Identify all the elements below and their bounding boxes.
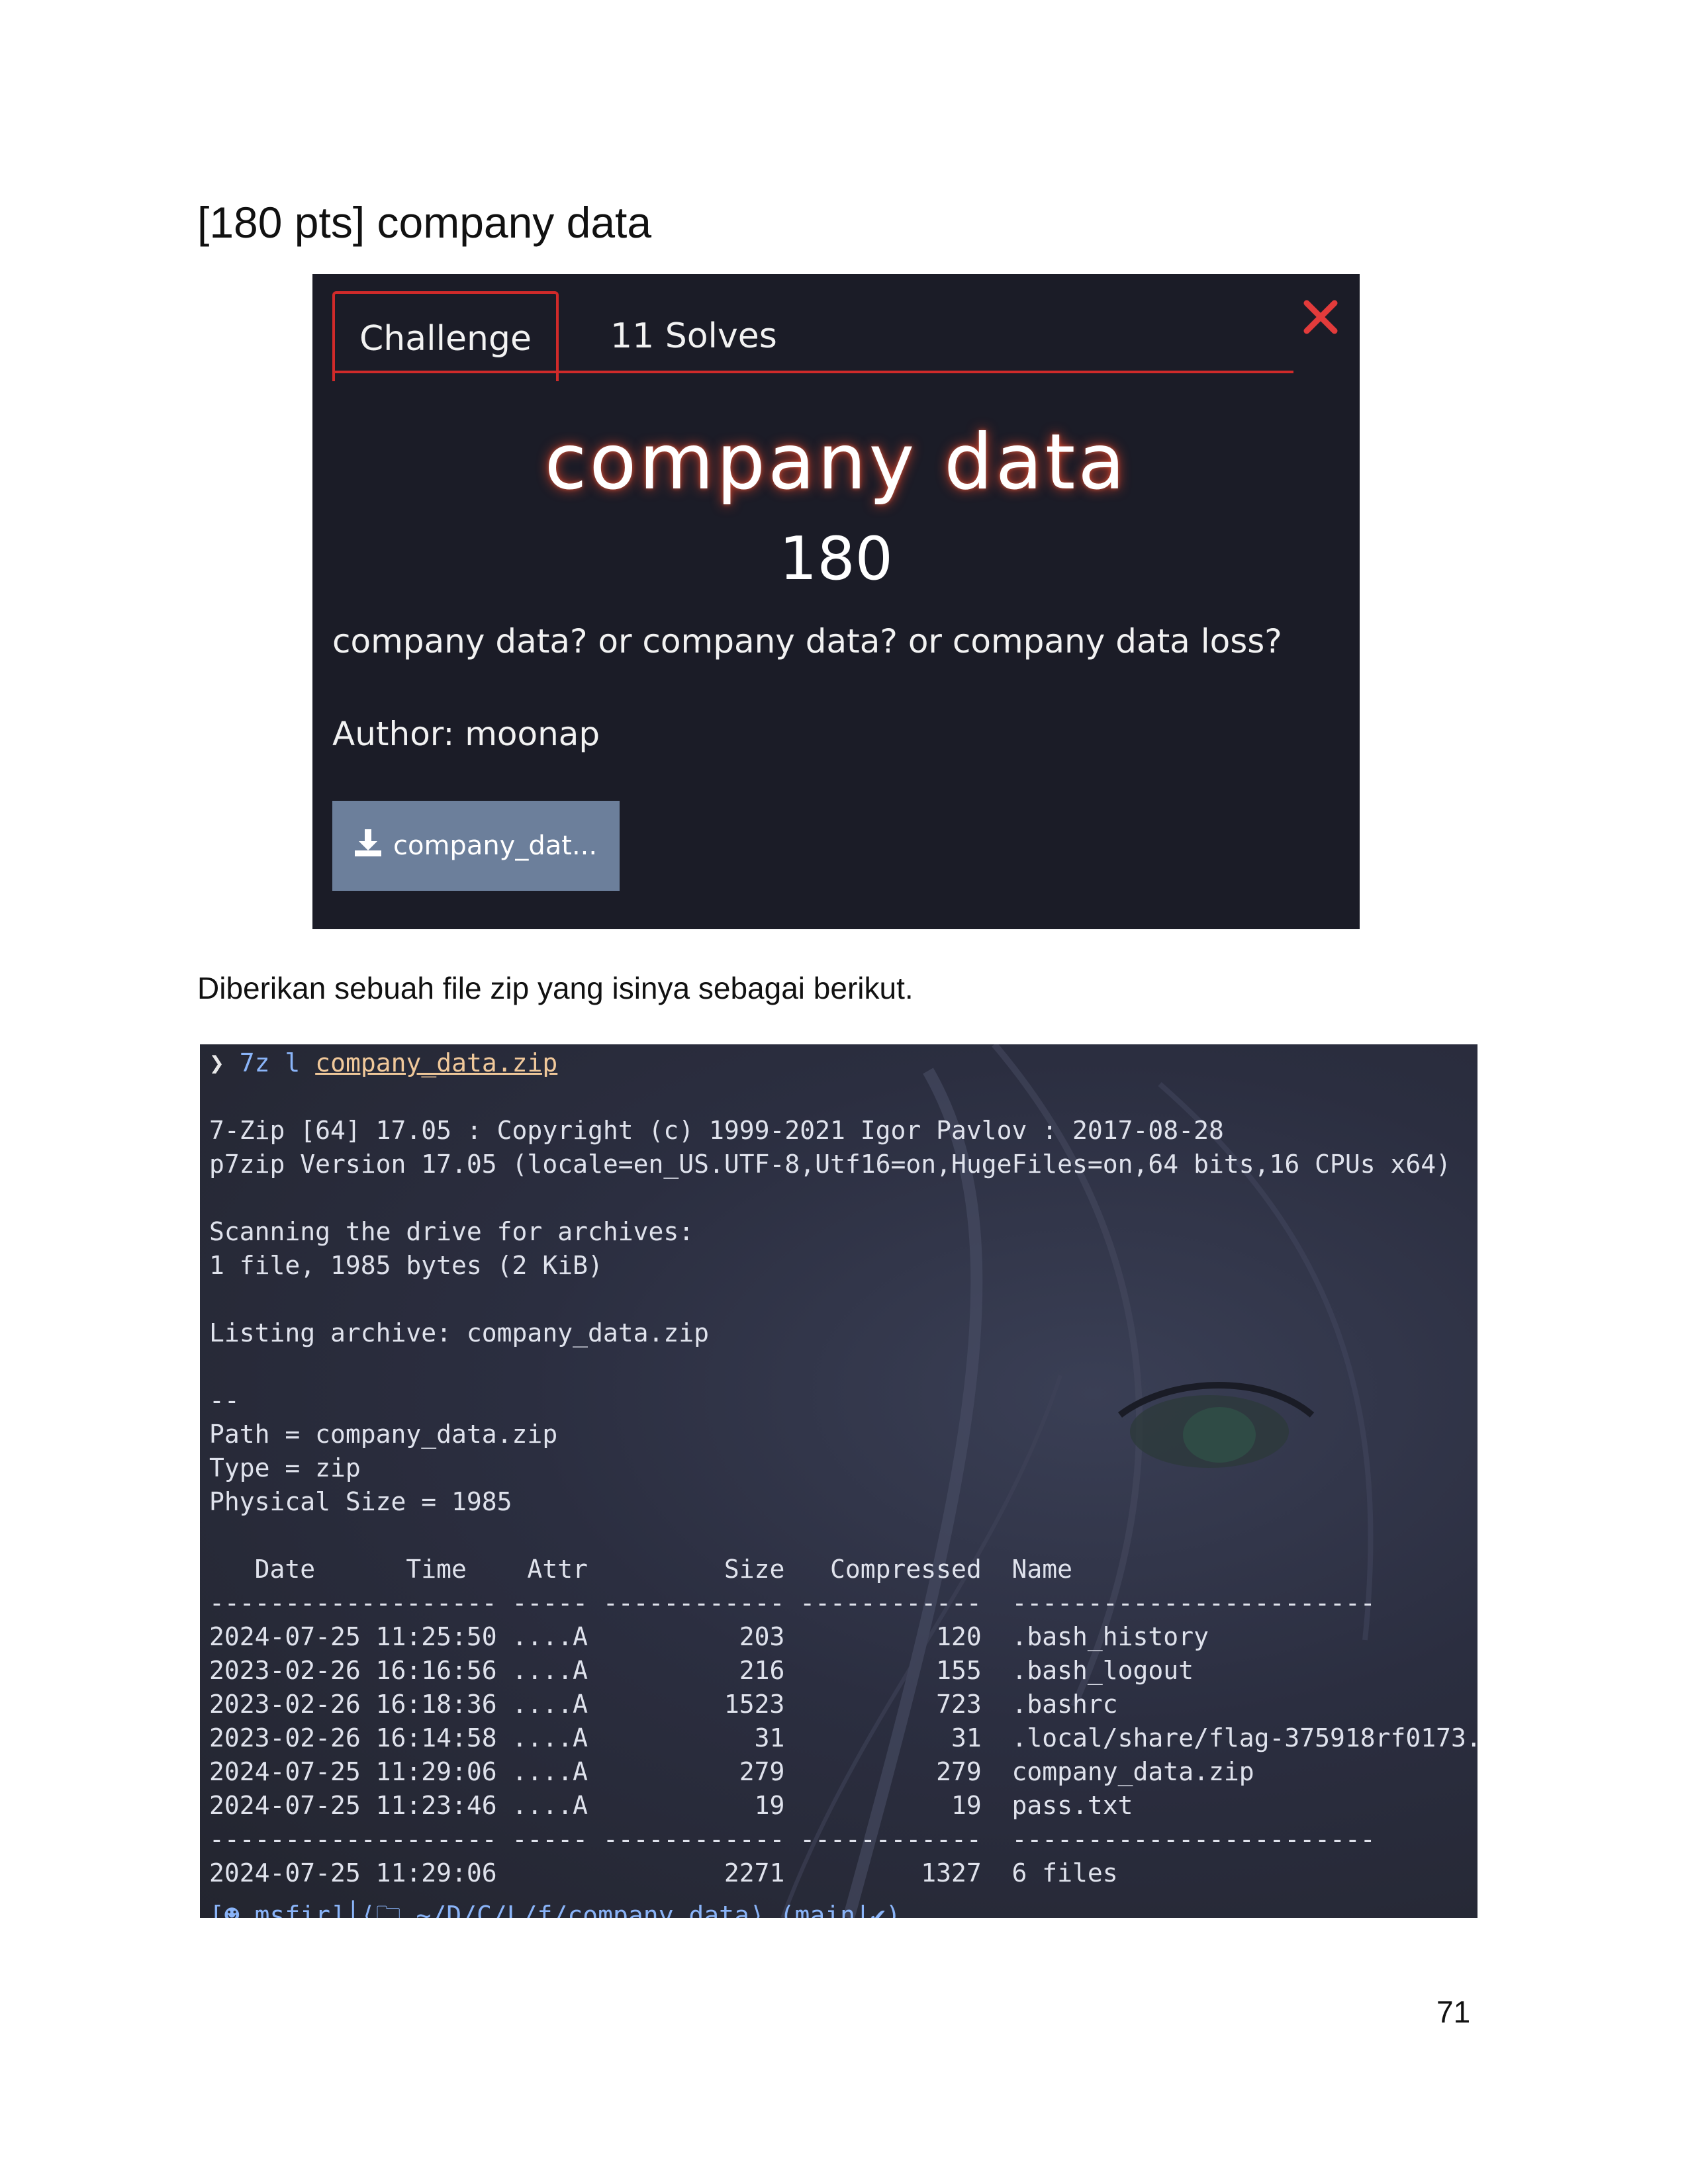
tab-solves[interactable]: 11 Solves <box>610 291 777 381</box>
section-heading: [180 pts] company data <box>197 198 652 247</box>
challenge-modal: Challenge 11 Solves company data 180 com… <box>312 274 1360 929</box>
terminal-line: 7-Zip [64] 17.05 : Copyright (c) 1999-20… <box>209 1116 1224 1145</box>
prompt-command-line: ❯ 7z l company_data.zip <box>209 1046 557 1080</box>
terminal-line: Type = zip <box>209 1453 361 1482</box>
close-icon[interactable] <box>1297 294 1344 340</box>
challenge-points: 180 <box>779 524 893 594</box>
listing-row: 2023-02-26 16:14:58 ....A 31 31 .local/s… <box>209 1723 1477 1752</box>
download-icon <box>352 827 384 865</box>
listing-total: 2024-07-25 11:29:06 2271 1327 6 files <box>209 1858 1118 1888</box>
challenge-title: company data <box>544 418 1128 507</box>
challenge-description: company data? or company data? or compan… <box>332 622 1282 660</box>
listing-row: 2023-02-26 16:18:36 ....A 1523 723 .bash… <box>209 1690 1118 1719</box>
download-file-label: company_dat... <box>393 831 598 861</box>
tab-bar: Challenge 11 Solves <box>332 281 1293 381</box>
terminal-line: -- <box>209 1386 240 1415</box>
download-file-button[interactable]: company_dat... <box>332 801 620 891</box>
listing-separator: ------------------- ----- ------------ -… <box>209 1825 1376 1854</box>
terminal-line: p7zip Version 17.05 (locale=en_US.UTF-8,… <box>209 1150 1451 1179</box>
listing-row: 2023-02-26 16:16:56 ....A 216 155 .bash_… <box>209 1656 1194 1685</box>
listing-row: 2024-07-25 11:23:46 ....A 19 19 pass.txt <box>209 1791 1133 1820</box>
terminal-line: Scanning the drive for archives: <box>209 1217 694 1246</box>
page-number: 71 <box>1436 1995 1471 2029</box>
bottom-prompt: [☻ msfir]│⟨🗀 ~/D/C/L/f/company_data⟩ (ma… <box>209 1901 901 1918</box>
listing-header: Date Time Attr Size Compressed Name <box>209 1555 1073 1584</box>
challenge-author: Author: moonap <box>332 715 600 753</box>
prompt-symbol: ❯ <box>209 1048 224 1077</box>
terminal-line: Physical Size = 1985 <box>209 1487 512 1516</box>
listing-row: 2024-07-25 11:29:06 ....A 279 279 compan… <box>209 1757 1254 1786</box>
listing-row: 2024-07-25 11:25:50 ....A 203 120 .bash_… <box>209 1622 1209 1651</box>
listing-separator: ------------------- ----- ------------ -… <box>209 1588 1376 1617</box>
terminal-line: 1 file, 1985 bytes (2 KiB) <box>209 1251 603 1280</box>
tab-challenge[interactable]: Challenge <box>332 291 559 381</box>
terminal-line: Path = company_data.zip <box>209 1420 558 1449</box>
command-name: 7z l <box>239 1048 301 1077</box>
terminal-line: Listing archive: company_data.zip <box>209 1318 709 1347</box>
body-paragraph: Diberikan sebuah file zip yang isinya se… <box>197 971 914 1005</box>
terminal-screenshot: ❯ 7z l company_data.zip 7-Zip [64] 17.05… <box>200 1044 1477 1918</box>
command-argument: company_data.zip <box>315 1048 558 1077</box>
